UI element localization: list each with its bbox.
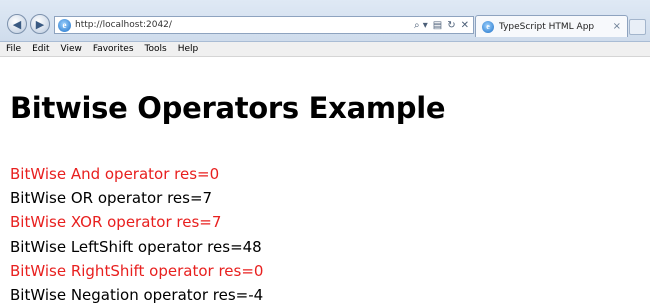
result-and: BitWise And operator res=0 <box>10 165 220 183</box>
address-url[interactable]: http://localhost:2042/ <box>75 20 414 30</box>
menu-view[interactable]: View <box>61 44 82 54</box>
new-tab-button[interactable] <box>629 19 646 35</box>
back-arrow-icon[interactable]: ◀ <box>7 14 27 34</box>
tab-ie-icon: e <box>482 20 494 33</box>
refresh-icon[interactable]: ↻ <box>447 20 455 31</box>
menu-edit[interactable]: Edit <box>32 44 49 54</box>
stop-icon[interactable]: ✕ <box>461 20 469 31</box>
menu-file[interactable]: File <box>6 44 21 54</box>
search-dropdown-icon[interactable]: ⌕ ▾ <box>414 20 428 31</box>
menu-favorites[interactable]: Favorites <box>93 44 134 54</box>
result-xor: BitWise XOR operator res=7 <box>10 213 222 232</box>
result-leftshift: BitWise LeftShift operator res=48 <box>10 237 262 256</box>
ie-page-icon: e <box>58 18 71 32</box>
tab-title: TypeScript HTML App <box>499 21 595 32</box>
page-content: Bitwise Operators Example <box>10 88 650 128</box>
address-tools: ⌕ ▾ ▤ ↻ ✕ <box>414 20 473 31</box>
result-or: BitWise OR operator res=7 <box>10 189 213 208</box>
browser-tab[interactable]: e TypeScript HTML App × <box>475 15 628 37</box>
results-list: BitWise And operator res=0 BitWise OR op… <box>10 162 263 307</box>
address-bar[interactable]: e http://localhost:2042/ ⌕ ▾ ▤ ↻ ✕ <box>54 16 474 34</box>
page-title: Bitwise Operators Example <box>10 91 446 125</box>
browser-chrome: ◀ ▶ e http://localhost:2042/ ⌕ ▾ ▤ ↻ ✕ e… <box>0 0 650 42</box>
result-rightshift: BitWise RightShift operator res=0 <box>10 261 264 280</box>
menu-bar: File Edit View Favorites Tools Help <box>0 42 650 57</box>
menu-help[interactable]: Help <box>178 44 199 54</box>
forward-arrow-icon[interactable]: ▶ <box>30 14 50 34</box>
result-negation: BitWise Negation operator res=-4 <box>10 286 264 305</box>
menu-tools[interactable]: Tools <box>145 44 167 54</box>
compatibility-view-icon[interactable]: ▤ <box>433 20 442 31</box>
tab-close-icon[interactable]: × <box>613 21 621 32</box>
